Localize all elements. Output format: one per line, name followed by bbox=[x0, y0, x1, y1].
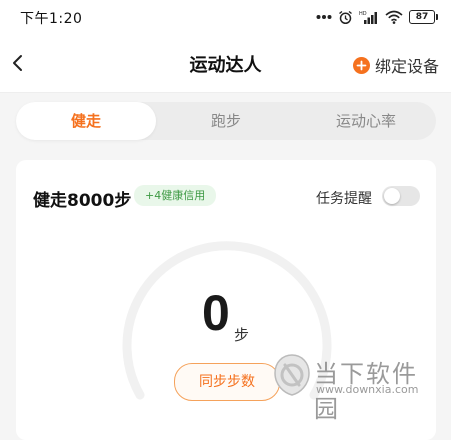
status-bar: 下午1:20 HD 87 bbox=[0, 0, 451, 34]
watermark-url: www.downxia.com bbox=[316, 383, 419, 396]
tab-run[interactable]: 跑步 bbox=[156, 102, 296, 140]
tab-heart-rate[interactable]: 运动心率 bbox=[296, 102, 436, 140]
svg-text:HD: HD bbox=[359, 11, 367, 17]
battery-icon: 87 bbox=[409, 10, 438, 24]
activity-tabs: 健走 跑步 运动心率 bbox=[16, 102, 436, 140]
nav-bar: 运动达人 绑定设备 bbox=[0, 34, 451, 93]
status-icons: HD 87 bbox=[316, 9, 438, 25]
bind-device-button[interactable]: 绑定设备 bbox=[352, 53, 439, 77]
site-watermark: 当下软件园 www.downxia.com bbox=[272, 352, 442, 423]
reminder-label: 任务提醒 bbox=[316, 191, 372, 207]
step-unit: 步 bbox=[234, 326, 250, 344]
status-time: 下午1:20 bbox=[20, 11, 83, 27]
bind-device-label: 绑定设备 bbox=[374, 57, 439, 76]
sync-steps-button[interactable]: 同步步数 bbox=[174, 363, 280, 401]
step-count: 0 bbox=[202, 285, 230, 341]
task-title: 健走8000步 bbox=[33, 191, 132, 211]
cell-signal-icon: HD bbox=[359, 11, 377, 24]
more-dots-icon bbox=[316, 15, 332, 19]
toggle-knob bbox=[384, 188, 400, 204]
tab-walk[interactable]: 健走 bbox=[16, 102, 156, 140]
wifi-icon bbox=[385, 10, 403, 24]
credit-badge: +4健康信用 bbox=[134, 185, 217, 206]
alarm-icon bbox=[339, 10, 352, 24]
reminder-toggle[interactable] bbox=[382, 186, 420, 206]
watermark-logo-icon bbox=[274, 354, 310, 396]
plus-circle-icon bbox=[352, 56, 370, 74]
